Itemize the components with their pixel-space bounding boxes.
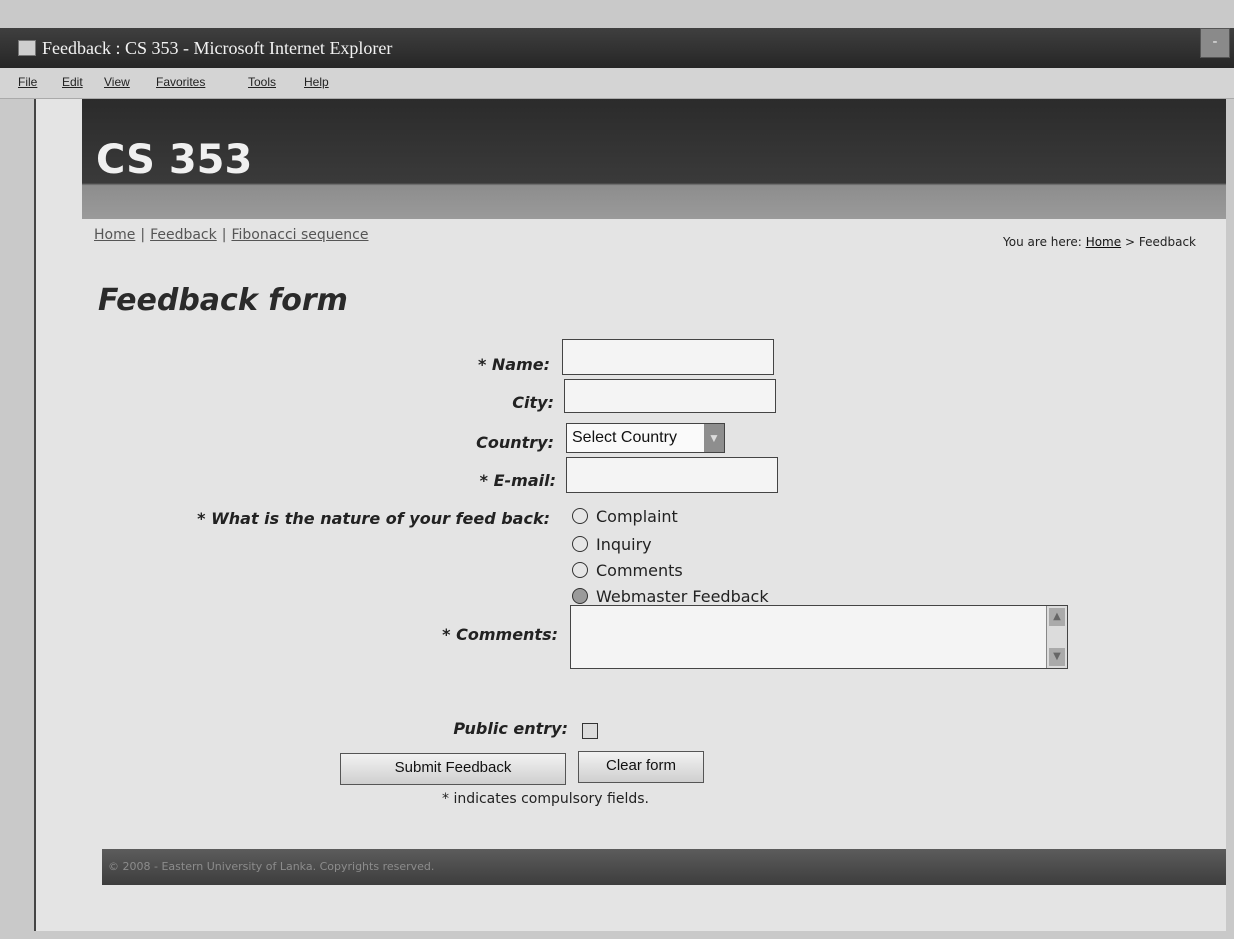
name-label: * Name: (477, 355, 550, 374)
feedback-nature-label: * What is the nature of your feed back: (197, 509, 550, 528)
public-entry-checkbox[interactable] (582, 723, 598, 739)
site-footer: © 2008 - Eastern University of Lanka. Co… (102, 849, 1226, 885)
scroll-down-icon[interactable]: ▼ (1049, 648, 1065, 666)
email-field[interactable] (566, 457, 778, 493)
menu-view[interactable]: View (104, 75, 130, 89)
browser-window: Feedback : CS 353 - Microsoft Internet E… (0, 0, 1234, 939)
menu-edit[interactable]: Edit (62, 75, 83, 89)
breadcrumb: You are here: Home > Feedback (1003, 235, 1196, 249)
radio-button-icon[interactable] (572, 508, 588, 524)
city-label: City: (512, 393, 554, 412)
city-input[interactable] (564, 379, 776, 413)
email-label: * E-mail: (479, 471, 556, 490)
nav-separator: | (140, 227, 146, 243)
comments-label: * Comments: (442, 625, 558, 644)
comments-textarea[interactable]: ▲ ▼ (570, 605, 1068, 669)
scrollbar[interactable]: ▲ ▼ (1046, 606, 1067, 668)
country-label: Country: (476, 433, 554, 452)
page-viewport: CS 353 Home | Feedback | Fibonacci sequence … (34, 99, 1226, 931)
minimize-button[interactable]: - (1200, 28, 1230, 58)
ie-page-icon (18, 40, 36, 56)
nav-link-feedback[interactable]: Feedback (150, 227, 217, 243)
country-selected-value: Select Country (572, 429, 677, 446)
breadcrumb-separator: > (1124, 235, 1136, 249)
page-title: Feedback form (98, 283, 348, 318)
radio-label: Complaint (596, 507, 678, 526)
menu-bar: File Edit View Favorites Tools Help (0, 68, 1234, 99)
radio-label: Comments (596, 561, 683, 580)
menu-file[interactable]: File (18, 75, 37, 89)
nav-separator: | (221, 227, 227, 243)
breadcrumb-home-link[interactable]: Home (1086, 235, 1121, 249)
radio-button-icon[interactable] (572, 562, 588, 578)
public-entry-label: Public entry: (453, 719, 568, 738)
nav-link-fibonacci[interactable]: Fibonacci sequence (231, 227, 368, 243)
chevron-down-icon[interactable]: ▼ (704, 424, 724, 452)
scroll-up-icon[interactable]: ▲ (1049, 608, 1065, 626)
compulsory-fields-note: * indicates compulsory fields. (442, 791, 649, 807)
site-nav: Home | Feedback | Fibonacci sequence (94, 227, 368, 243)
radio-inquiry[interactable]: Inquiry (572, 535, 652, 554)
radio-label: Inquiry (596, 535, 652, 554)
site-title: CS 353 (96, 137, 253, 183)
radio-webmaster-feedback[interactable]: Webmaster Feedback (572, 587, 769, 606)
menu-help[interactable]: Help (304, 75, 329, 89)
breadcrumb-current: Feedback (1138, 235, 1196, 249)
radio-label: Webmaster Feedback (596, 587, 769, 606)
name-input[interactable] (562, 339, 774, 375)
clear-form-button[interactable]: Clear form (578, 751, 704, 783)
country-select[interactable]: Select Country ▼ (566, 423, 725, 453)
radio-comments[interactable]: Comments (572, 561, 683, 580)
title-bar: Feedback : CS 353 - Microsoft Internet E… (0, 28, 1234, 68)
nav-link-home[interactable]: Home (94, 227, 135, 243)
submit-feedback-button[interactable]: Submit Feedback (340, 753, 566, 785)
radio-complaint[interactable]: Complaint (572, 507, 678, 526)
breadcrumb-prefix: You are here: (1003, 235, 1082, 249)
copyright-text: © 2008 - Eastern University of Lanka. Co… (108, 860, 435, 873)
site-header: CS 353 (82, 99, 1226, 219)
radio-button-icon[interactable] (572, 536, 588, 552)
window-title: Feedback : CS 353 - Microsoft Internet E… (42, 38, 393, 58)
radio-button-icon[interactable] (572, 588, 588, 604)
menu-tools[interactable]: Tools (248, 75, 276, 89)
menu-favorites[interactable]: Favorites (156, 75, 205, 89)
